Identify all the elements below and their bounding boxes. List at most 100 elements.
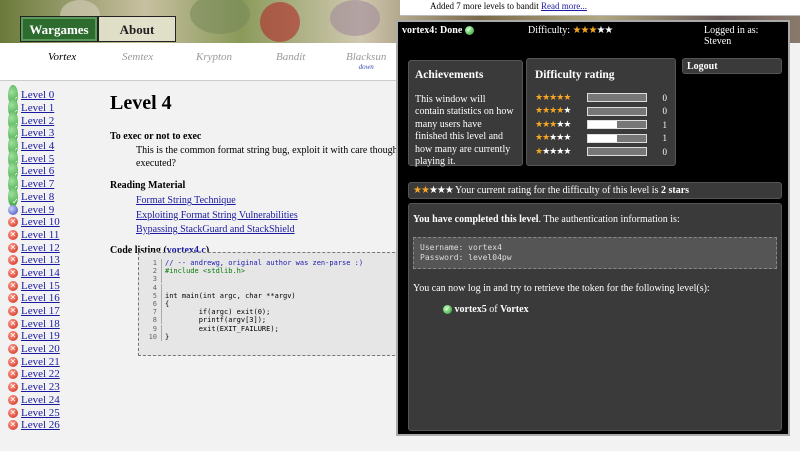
game-blacksun[interactable]: Blacksun down	[346, 51, 386, 71]
cross-icon: ✕	[8, 420, 18, 431]
game-semtex[interactable]: Semtex	[122, 51, 153, 63]
level-link[interactable]: Level 19	[21, 330, 60, 342]
level-link[interactable]: Level 4	[21, 140, 54, 152]
next-level-of: of	[486, 304, 501, 315]
logout-button[interactable]: Logout	[682, 58, 782, 74]
link-format-string-technique[interactable]: Format String Technique	[136, 195, 236, 206]
level-link[interactable]: Level 2	[21, 115, 54, 127]
sidebar-item-level-16[interactable]: ✕ Level 16	[8, 292, 98, 305]
sidebar-item-level-13[interactable]: ✕ Level 13	[8, 254, 98, 267]
rating-bar	[587, 147, 647, 157]
rating-bar	[587, 133, 647, 143]
tab-wargames[interactable]: Wargames	[20, 16, 98, 42]
game-bandit[interactable]: Bandit	[276, 51, 305, 63]
level-link[interactable]: Level 12	[21, 242, 60, 254]
level-sidebar: ✓Level 0✓Level 1✓Level 2✓Level 3✓Level 4…	[8, 85, 98, 432]
level-link[interactable]: Level 1	[21, 102, 54, 114]
sidebar-item-level-11[interactable]: ✕ Level 11	[8, 229, 98, 242]
sidebar-item-level-17[interactable]: ✕ Level 17	[8, 305, 98, 318]
code-text: }	[161, 332, 170, 341]
code-text: printf(argv[3]);	[161, 316, 267, 325]
sidebar-item-level-3[interactable]: ✓Level 3	[8, 123, 98, 144]
sidebar-item-level-22[interactable]: ✕ Level 22	[8, 368, 98, 381]
level-link[interactable]: Level 13	[21, 254, 60, 266]
code-text: // -- andrewg, original author was zen-p…	[161, 259, 364, 267]
current-rating-text: Your current rating for the difficulty o…	[454, 185, 661, 196]
achievements-text: This window will contain statistics on h…	[415, 93, 514, 168]
sidebar-item-level-24[interactable]: ✕ Level 24	[8, 394, 98, 407]
level-link[interactable]: Level 22	[21, 368, 60, 380]
line-number: 2	[152, 267, 157, 276]
level-status-panel: vortex4: Done ✓ Difficulty: ★★★★★ Logged…	[396, 20, 790, 436]
sidebar-item-level-14[interactable]: ✕ Level 14	[8, 267, 98, 280]
code-line: 10}	[145, 332, 399, 341]
level-link[interactable]: Level 5	[21, 153, 54, 165]
sidebar-item-level-20[interactable]: ✕ Level 20	[8, 343, 98, 356]
next-level-name[interactable]: vortex5	[455, 304, 487, 315]
cross-icon: ✕	[8, 382, 18, 393]
link-exploiting-format-string[interactable]: Exploiting Format String Vulnerabilities	[136, 210, 298, 221]
tab-about[interactable]: About	[98, 16, 176, 42]
sidebar-item-level-2[interactable]: ✓Level 2	[8, 110, 98, 131]
level-link[interactable]: Level 18	[21, 318, 60, 330]
rating-title: Difficulty rating	[535, 69, 615, 81]
sidebar-item-level-23[interactable]: ✕ Level 23	[8, 381, 98, 394]
level-link[interactable]: Level 6	[21, 165, 54, 177]
game-vortex[interactable]: Vortex	[48, 51, 76, 63]
sidebar-item-level-25[interactable]: ✕ Level 25	[8, 406, 98, 419]
level-link[interactable]: Level 14	[21, 267, 60, 279]
sidebar-item-level-4[interactable]: ✓Level 4	[8, 136, 98, 157]
cross-icon: ✕	[8, 229, 18, 240]
code-text	[161, 275, 165, 284]
logout-label: Logout	[687, 61, 718, 72]
rating-bar	[587, 120, 647, 130]
rating-stars-icon: ★★★★★	[535, 133, 571, 144]
sidebar-item-level-18[interactable]: ✕ Level 18	[8, 317, 98, 330]
difficulty-stars-icon: ★★★★★	[572, 25, 614, 36]
level-link[interactable]: Level 23	[21, 381, 60, 393]
cross-icon: ✕	[8, 407, 18, 418]
cross-icon: ✕	[8, 344, 18, 355]
code-text: int main(int argc, char **argv)	[161, 291, 296, 300]
rating-stars-icon: ★★★★★	[535, 106, 571, 117]
sidebar-item-level-0[interactable]: ✓Level 0	[8, 85, 98, 106]
reading-heading: Reading Material	[110, 180, 186, 191]
level-link[interactable]: Level 24	[21, 394, 60, 406]
level-link[interactable]: Level 9	[21, 204, 54, 216]
level-link[interactable]: Level 26	[21, 419, 60, 431]
level-link[interactable]: Level 20	[21, 343, 60, 355]
level-link[interactable]: Level 10	[21, 216, 60, 228]
sidebar-item-level-26[interactable]: ✕ Level 26	[8, 419, 98, 432]
level-link[interactable]: Level 11	[21, 229, 59, 241]
line-number: 1	[152, 259, 157, 267]
sidebar-item-level-15[interactable]: ✕ Level 15	[8, 279, 98, 292]
rating-stars-icon[interactable]: ★★★★★	[413, 185, 454, 196]
rating-stars-icon: ★★★★★	[535, 92, 571, 103]
sidebar-item-level-8[interactable]: ✓ Level 8	[8, 186, 98, 207]
sidebar-item-level-7[interactable]: ✓Level 7	[8, 174, 98, 195]
sidebar-item-level-21[interactable]: ✕ Level 21	[8, 355, 98, 368]
level-link[interactable]: Level 25	[21, 407, 60, 419]
sidebar-item-level-9[interactable]: Level 9	[8, 203, 98, 216]
level-link[interactable]: Level 3	[21, 127, 54, 139]
check-icon: ✓	[443, 305, 452, 315]
level-link[interactable]: Level 21	[21, 356, 60, 368]
sidebar-item-level-5[interactable]: ✓Level 5	[8, 148, 98, 169]
link-bypassing-stackguard[interactable]: Bypassing StackGuard and StackShield	[136, 224, 295, 235]
sidebar-item-level-10[interactable]: ✕ Level 10	[8, 216, 98, 229]
sidebar-item-level-19[interactable]: ✕ Level 19	[8, 330, 98, 343]
game-krypton[interactable]: Krypton	[196, 51, 232, 63]
current-rating-value: 2 stars	[660, 185, 690, 196]
auth-info[interactable]: Username: vortex4 Password: level04pw	[413, 237, 777, 269]
sidebar-item-level-12[interactable]: ✕ Level 12	[8, 241, 98, 254]
read-more-link[interactable]: Read more...	[541, 1, 587, 11]
level-link[interactable]: Level 17	[21, 305, 60, 317]
sidebar-item-level-6[interactable]: ✓Level 6	[8, 161, 98, 182]
level-link[interactable]: Level 16	[21, 292, 60, 304]
level-link[interactable]: Level 7	[21, 178, 54, 190]
level-link[interactable]: Level 8	[21, 191, 54, 203]
sidebar-item-level-1[interactable]: ✓Level 1	[8, 98, 98, 119]
level-link[interactable]: Level 15	[21, 280, 60, 292]
level-link[interactable]: Level 0	[21, 89, 54, 101]
page-title: Level 4	[110, 92, 172, 114]
